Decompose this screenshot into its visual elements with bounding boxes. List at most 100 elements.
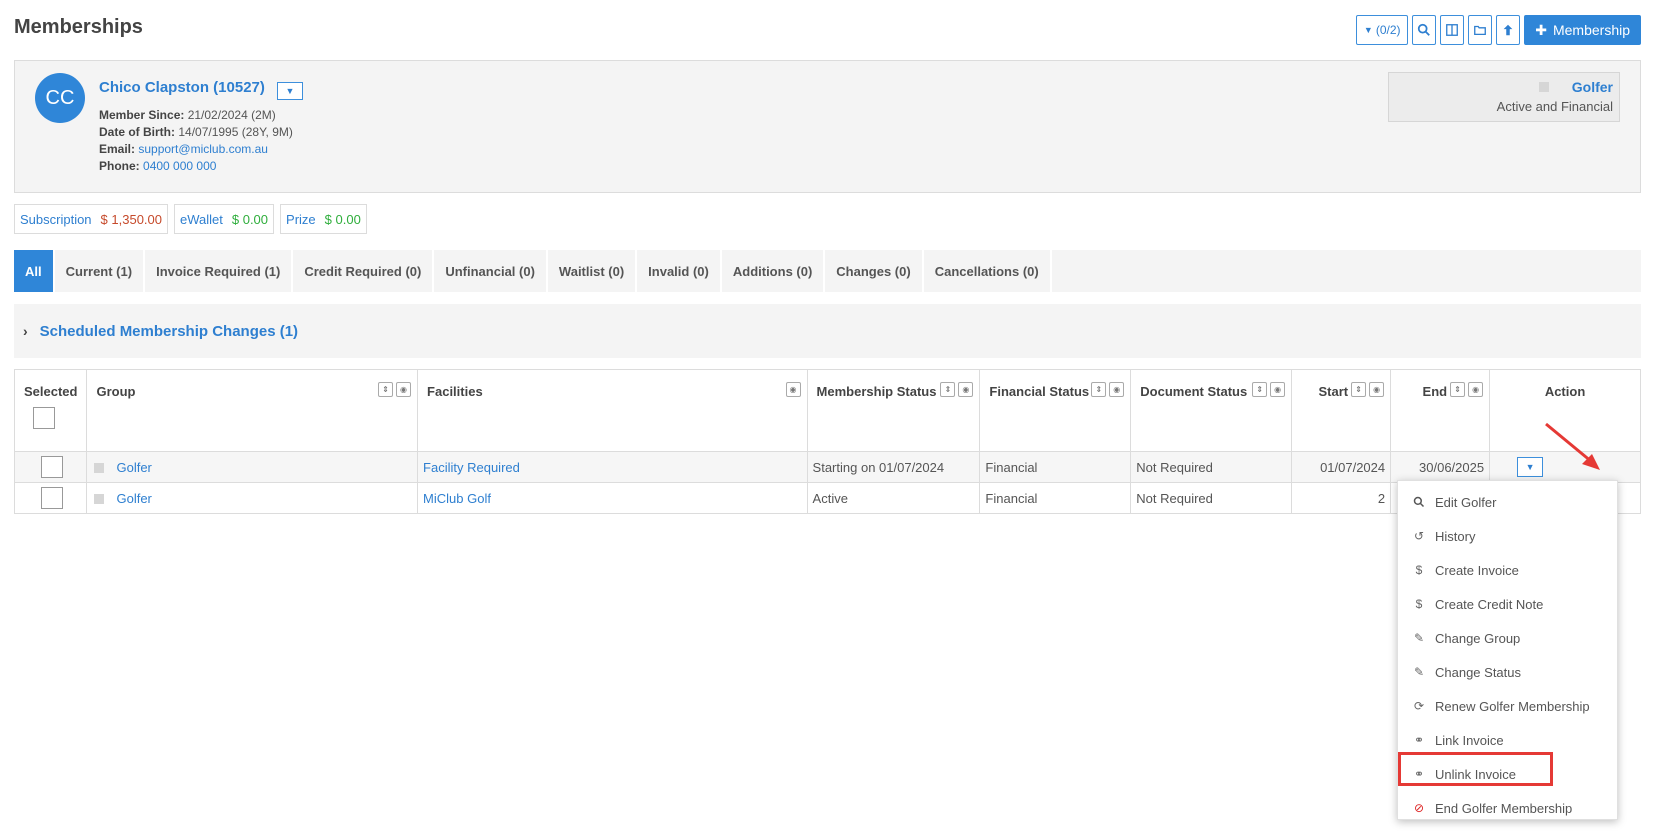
- col-start[interactable]: Start ⇕ ◉: [1291, 369, 1392, 452]
- pencil-icon: ✎: [1413, 631, 1425, 645]
- col-end[interactable]: End ⇕ ◉: [1390, 369, 1491, 452]
- facility-link[interactable]: Facility Required: [423, 460, 520, 475]
- balance-label: Prize: [286, 211, 316, 227]
- plus-icon: ✚: [1535, 21, 1547, 38]
- columns-icon: [1446, 24, 1459, 36]
- add-membership-button[interactable]: ✚ Membership: [1524, 15, 1641, 45]
- unlink-icon: ⚭: [1413, 767, 1425, 781]
- menu-item-create-credit-note[interactable]: $ Create Credit Note: [1398, 587, 1617, 621]
- member-name[interactable]: Chico Clapston (10527): [99, 79, 265, 96]
- menu-item-history[interactable]: ↺ History: [1398, 519, 1617, 553]
- tab-current[interactable]: Current (1): [55, 250, 146, 292]
- tab-all[interactable]: All: [14, 250, 55, 292]
- eye-icon[interactable]: ◉: [1369, 382, 1385, 397]
- menu-item-label: Link Invoice: [1435, 732, 1504, 748]
- sort-icon[interactable]: ⇕: [1252, 382, 1268, 397]
- tab-invoice-required[interactable]: Invoice Required (1): [145, 250, 294, 292]
- menu-item-unlink-invoice[interactable]: ⚭ Unlink Invoice: [1398, 757, 1617, 791]
- eye-icon[interactable]: ◉: [1468, 382, 1484, 397]
- end-cell: 30/06/2025: [1390, 451, 1491, 483]
- folder-button[interactable]: [1468, 15, 1493, 45]
- ban-icon: ⊘: [1413, 801, 1425, 815]
- sort-icon[interactable]: ⇕: [378, 382, 394, 397]
- menu-item-label: Edit Golfer: [1435, 494, 1497, 510]
- link-icon: ⚭: [1413, 733, 1425, 747]
- col-header-label: End: [1422, 384, 1448, 399]
- filter-button[interactable]: ▼ (0/2): [1356, 15, 1409, 45]
- tab-additions[interactable]: Additions (0): [722, 250, 826, 292]
- eye-icon[interactable]: ◉: [785, 382, 801, 397]
- member-since-label: Member Since:: [99, 108, 185, 122]
- tab-changes[interactable]: Changes (0): [825, 250, 924, 292]
- prize-balance[interactable]: Prize $ 0.00: [280, 204, 367, 234]
- eye-icon[interactable]: ◉: [1270, 382, 1286, 397]
- document-status-cell: Not Required: [1130, 451, 1293, 483]
- email-link[interactable]: support@miclub.com.au: [138, 142, 268, 156]
- eye-icon[interactable]: ◉: [958, 382, 974, 397]
- page-title: Memberships: [14, 16, 143, 38]
- status-card: Golfer Active and Financial: [1388, 72, 1620, 122]
- sort-icon[interactable]: ⇕: [1450, 382, 1466, 397]
- add-membership-label: Membership: [1552, 22, 1630, 38]
- menu-item-change-group[interactable]: ✎ Change Group: [1398, 621, 1617, 655]
- refresh-icon: ⟳: [1413, 699, 1425, 713]
- col-header-label: Document Status: [1140, 384, 1248, 399]
- row-checkbox[interactable]: [41, 456, 63, 478]
- menu-item-change-status[interactable]: ✎ Change Status: [1398, 655, 1617, 689]
- caret-down-icon: ▼: [285, 86, 295, 96]
- ewallet-balance[interactable]: eWallet $ 0.00: [174, 204, 275, 234]
- search-button[interactable]: [1412, 15, 1437, 45]
- menu-item-renew-membership[interactable]: ⟳ Renew Golfer Membership: [1398, 689, 1617, 723]
- row-select-cell: [13, 451, 88, 483]
- menu-item-label: End Golfer Membership: [1435, 800, 1573, 816]
- status-group-link[interactable]: Golfer: [1572, 79, 1613, 95]
- status-tabs: All Current (1) Invoice Required (1) Cre…: [14, 250, 1641, 292]
- phone-link[interactable]: 0400 000 000: [143, 159, 216, 173]
- action-menu: Edit Golfer ↺ History $ Create Invoice $ Cr…: [1397, 480, 1618, 820]
- balance-amount: $ 0.00: [324, 211, 361, 227]
- sort-icon[interactable]: ⇕: [1091, 382, 1107, 397]
- menu-item-link-invoice[interactable]: ⚭ Link Invoice: [1398, 723, 1617, 757]
- col-header-label: Financial Status: [989, 384, 1090, 399]
- col-document-status[interactable]: Document Status ⇕ ◉: [1130, 369, 1293, 452]
- col-financial-status[interactable]: Financial Status ⇕ ◉: [979, 369, 1132, 452]
- col-header-label: Group: [96, 384, 136, 399]
- export-button[interactable]: [1496, 15, 1521, 45]
- facility-cell: Facility Required: [417, 451, 808, 483]
- group-link[interactable]: Golfer: [116, 460, 151, 475]
- row-checkbox[interactable]: [41, 487, 63, 509]
- dollar-icon: $: [1415, 597, 1423, 611]
- tab-credit-required[interactable]: Credit Required (0): [293, 250, 435, 292]
- eye-icon[interactable]: ◉: [396, 382, 412, 397]
- menu-item-create-invoice[interactable]: $ Create Invoice: [1398, 553, 1617, 587]
- tab-cancellations[interactable]: Cancellations (0): [924, 250, 1052, 292]
- col-group[interactable]: Group ⇕ ◉: [86, 369, 419, 452]
- membership-status-cell: Starting on 01/07/2024: [806, 451, 981, 483]
- member-menu-button[interactable]: ▼: [277, 82, 303, 100]
- menu-item-label: Create Invoice: [1435, 562, 1519, 578]
- member-details: Member Since: 21/02/2024 (2M) Date of Bi…: [99, 107, 293, 175]
- menu-item-end-membership[interactable]: ⊘ End Golfer Membership: [1398, 791, 1617, 825]
- tab-invalid[interactable]: Invalid (0): [637, 250, 722, 292]
- col-membership-status[interactable]: Membership Status ⇕ ◉: [806, 369, 981, 452]
- tab-waitlist[interactable]: Waitlist (0): [548, 250, 638, 292]
- sort-icon[interactable]: ⇕: [1351, 382, 1367, 397]
- scheduled-changes-panel[interactable]: › Scheduled Membership Changes (1): [14, 304, 1641, 358]
- dollar-icon: $: [1415, 563, 1423, 577]
- tab-unfinancial[interactable]: Unfinancial (0): [434, 250, 548, 292]
- facility-link[interactable]: MiClub Golf: [423, 491, 491, 506]
- sort-icon[interactable]: ⇕: [940, 382, 956, 397]
- menu-item-label: History: [1435, 528, 1476, 544]
- balance-label: Subscription: [20, 211, 92, 227]
- columns-button[interactable]: [1440, 15, 1465, 45]
- menu-item-edit-golfer[interactable]: Edit Golfer: [1398, 485, 1617, 519]
- membership-status-cell: Active: [806, 482, 981, 514]
- subscription-balance[interactable]: Subscription $ 1,350.00: [14, 204, 168, 234]
- group-link[interactable]: Golfer: [116, 491, 151, 506]
- filter-count: (0/2): [1375, 23, 1401, 37]
- select-all-checkbox[interactable]: [33, 407, 55, 429]
- group-cell: Golfer: [86, 451, 419, 483]
- group-indicator: [94, 463, 105, 474]
- eye-icon[interactable]: ◉: [1109, 382, 1125, 397]
- dob-label: Date of Birth:: [99, 125, 175, 139]
